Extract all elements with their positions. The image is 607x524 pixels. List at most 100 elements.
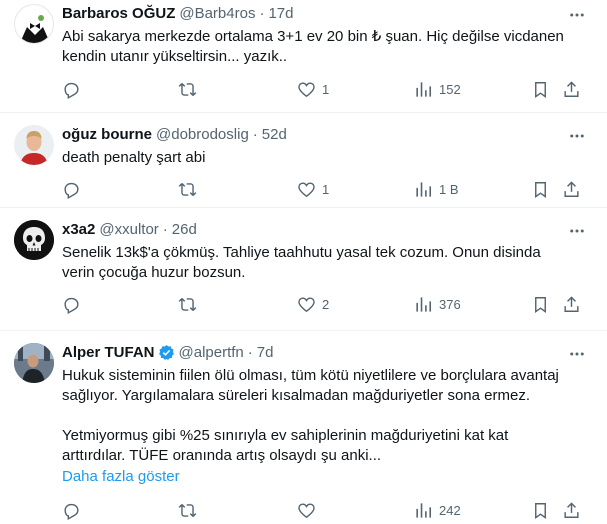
author-name[interactable]: Alper TUFAN (62, 344, 155, 361)
paragraph-spacer (62, 406, 582, 426)
separator-dot: · (252, 126, 258, 143)
bookmark-icon (535, 297, 546, 314)
avatar[interactable] (14, 4, 54, 44)
like-count: 2 (322, 297, 330, 312)
bookmark-icon (535, 182, 546, 199)
tweet[interactable]: Alper TUFAN @alpertfn · 7d Hukuk sistemi… (0, 331, 607, 524)
like-count: 1 (322, 82, 330, 97)
view-count: 242 (439, 503, 461, 518)
view-count: 1 B (439, 182, 459, 197)
like-button[interactable]: 1 (297, 80, 329, 99)
retweet-button[interactable] (178, 80, 203, 99)
tweet-text: Hukuk sisteminin fiilen ölü olması, tüm … (62, 366, 582, 466)
views-chart-icon (416, 182, 432, 197)
tweet-text-line: arttırdılar. TÜFE oranında artış olsaydı… (62, 447, 382, 464)
like-button[interactable] (297, 501, 322, 520)
author-handle[interactable]: @Barb4ros (179, 5, 255, 22)
tweet[interactable]: x3a2 @xxultor · 26d Senelik 13k$'a çökmü… (0, 208, 607, 331)
retweet-icon (178, 504, 197, 517)
views-button[interactable]: 376 (414, 295, 461, 314)
views-button[interactable]: 152 (414, 80, 461, 99)
separator-dot: · (247, 344, 253, 361)
view-count: 376 (439, 297, 461, 312)
reply-icon (64, 297, 79, 314)
tweet-text-line: kendin utanır yükseltirsin... yazık.. (62, 48, 288, 65)
tweet-text: death penalty şart abi (62, 148, 582, 168)
share-icon (564, 181, 579, 197)
share-icon (564, 296, 579, 312)
author-name[interactable]: oğuz bourne (62, 126, 152, 143)
views-button[interactable]: 242 (414, 501, 461, 520)
more-options-icon[interactable] (567, 5, 587, 25)
author-handle[interactable]: @alpertfn (179, 344, 244, 361)
bookmark-button[interactable] (531, 80, 550, 99)
views-chart-icon (416, 503, 432, 518)
share-button[interactable] (562, 501, 581, 520)
show-more-link[interactable]: Daha fazla göster (62, 468, 180, 485)
skull-avatar-image (14, 220, 54, 260)
person-photo-avatar-image (14, 343, 54, 383)
tweet-text-line: Senelik 13k$'a çökmüş. Tahliye taahhutu … (62, 244, 541, 261)
share-icon (564, 81, 579, 97)
reply-button[interactable] (62, 80, 87, 99)
tweet-text-line: sağlıyor. Yargılamalara süreleri kısalma… (62, 387, 530, 404)
views-button[interactable]: 1 B (414, 180, 459, 199)
heart-icon (298, 503, 315, 519)
share-button[interactable] (562, 295, 581, 314)
bookmark-button[interactable] (531, 501, 550, 520)
share-button[interactable] (562, 80, 581, 99)
reply-icon (64, 182, 79, 199)
timestamp[interactable]: 17d (268, 5, 293, 22)
tweet-text-line: Hukuk sisteminin fiilen ölü olması, tüm … (62, 367, 559, 384)
separator-dot: · (162, 221, 168, 238)
more-options-icon[interactable] (567, 221, 587, 241)
heart-icon (298, 297, 315, 313)
bookmark-button[interactable] (531, 180, 550, 199)
reply-button[interactable] (62, 501, 87, 520)
tweet-text-line: Abi sakarya merkezde ortalama 3+1 ev 20 … (62, 28, 564, 45)
author-handle[interactable]: @xxultor (99, 221, 158, 238)
timestamp[interactable]: 52d (262, 126, 287, 143)
retweet-icon (178, 83, 197, 96)
person-avatar-image (14, 125, 54, 165)
heart-icon (298, 182, 315, 198)
tweet-text-line: Yetmiyormuş gibi %25 sınırıyla ev sahipl… (62, 427, 509, 444)
like-count: 1 (322, 182, 330, 197)
more-options-icon[interactable] (567, 344, 587, 364)
views-chart-icon (416, 82, 432, 97)
retweet-button[interactable] (178, 501, 203, 520)
reply-icon (64, 503, 79, 520)
like-button[interactable]: 2 (297, 295, 329, 314)
author-name[interactable]: Barbaros OĞUZ (62, 5, 175, 22)
reply-icon (64, 82, 79, 99)
reply-button[interactable] (62, 180, 87, 199)
timestamp[interactable]: 26d (172, 221, 197, 238)
separator-dot: · (259, 5, 265, 22)
bookmark-button[interactable] (531, 295, 550, 314)
retweet-button[interactable] (178, 295, 203, 314)
avatar[interactable] (14, 343, 54, 383)
author-handle[interactable]: @dobrodoslig (156, 126, 249, 143)
avatar[interactable] (14, 125, 54, 165)
share-icon (564, 502, 579, 518)
tuxedo-avatar-image (19, 15, 51, 43)
tweet[interactable]: oğuz bourne @dobrodoslig · 52d death pen… (0, 113, 607, 208)
tweet-text: Senelik 13k$'a çökmüş. Tahliye taahhutu … (62, 243, 582, 283)
tweet[interactable]: Barbaros OĞUZ @Barb4ros · 17d Abi sakary… (0, 0, 607, 113)
reply-button[interactable] (62, 295, 87, 314)
view-count: 152 (439, 82, 461, 97)
author-name[interactable]: x3a2 (62, 221, 95, 238)
retweet-button[interactable] (178, 180, 203, 199)
more-options-icon[interactable] (567, 126, 587, 146)
timestamp[interactable]: 7d (257, 344, 274, 361)
tweet-text-line: death penalty şart abi (62, 149, 206, 166)
share-button[interactable] (562, 180, 581, 199)
tweet-text-line: verin çocuğa huzur bozsun. (62, 264, 246, 281)
avatar[interactable] (14, 220, 54, 260)
verified-badge-icon (158, 344, 175, 361)
bookmark-icon (535, 503, 546, 520)
like-button[interactable]: 1 (297, 180, 329, 199)
tweet-text: Abi sakarya merkezde ortalama 3+1 ev 20 … (62, 27, 582, 67)
retweet-icon (178, 183, 197, 196)
bookmark-icon (535, 82, 546, 99)
